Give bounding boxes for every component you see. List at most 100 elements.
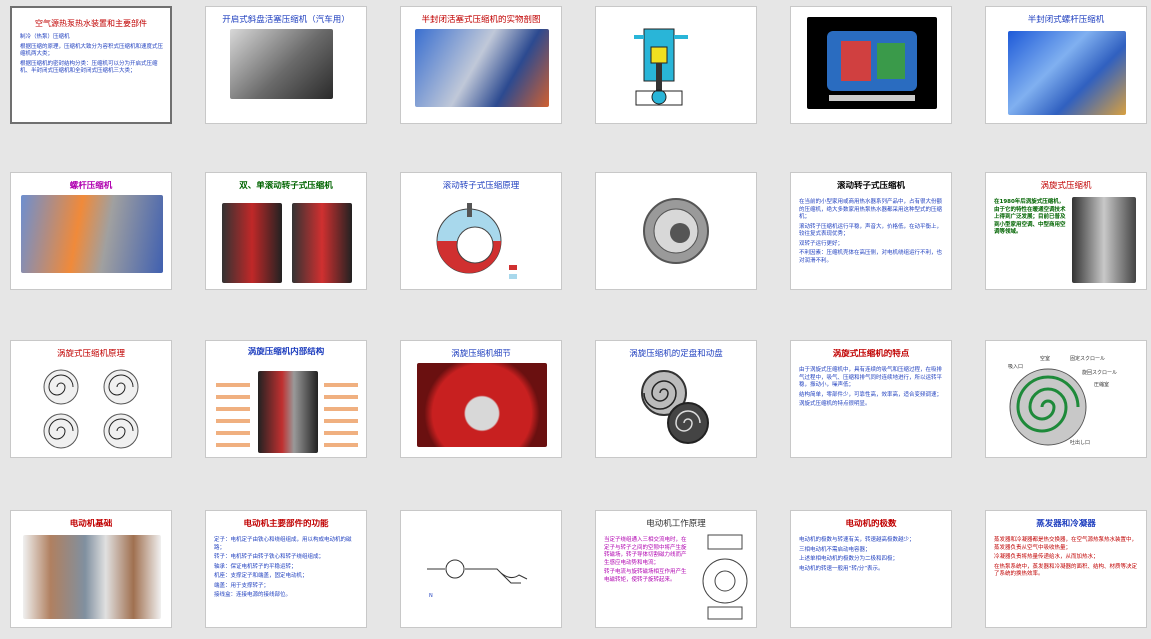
slide-body: 在当前的小型家用或商用热水器系列产品中，占有很大份额的压缩机，绝大多数家用热泵热… xyxy=(799,199,945,267)
slide-thumbnail-2[interactable]: 开启式斜盘活塞压缩机（汽车用） xyxy=(205,6,367,124)
diagram-label: 旋回スクロール xyxy=(1082,370,1118,376)
scroll-compressor-photo xyxy=(1072,197,1136,283)
screw-compressor-photo xyxy=(1008,31,1126,115)
slide-title: 电动机主要部件的功能 xyxy=(243,519,329,529)
slide-title: 双、单滚动转子式压缩机 xyxy=(239,181,333,191)
bullet: 根据压缩的原理，压缩机大致分为容积式压缩机和速度式压缩机两大类； xyxy=(20,43,164,58)
slide-title: 蒸发器和冷凝器 xyxy=(1036,519,1096,529)
slide-title: 涡旋压缩机细节 xyxy=(451,349,511,359)
bullet: 轴承：保证电机转子的平稳运转； xyxy=(214,563,297,570)
bullet: 上述单相电动机的极数分为二极和四极； xyxy=(799,556,899,562)
bullet: 制冷（热泵）压缩机 xyxy=(20,34,70,40)
slide-thumbnail-15[interactable]: 涡旋压缩机细节 xyxy=(400,340,562,458)
slide-thumbnail-11[interactable]: 滚动转子式压缩机 在当前的小型家用或商用热水器系列产品中，占有很大份额的压缩机，… xyxy=(790,172,952,290)
bullet: 在当前的小型家用或商用热水器系列产品中，占有很大份额的压缩机，绝大多数家用热泵热… xyxy=(799,199,943,220)
slide-title: 滚动转子式压缩机 xyxy=(836,181,905,191)
bullet: 机座：支撑定子和端盖，固定电动机； xyxy=(214,573,308,579)
slide-thumbnail-19[interactable]: 电动机基础 xyxy=(10,510,172,628)
slide-title: 半封闭活塞式压缩机的实物剖图 xyxy=(421,15,541,25)
rotating-field-diagram xyxy=(702,534,748,620)
diagram-label: 固定スクロール xyxy=(1070,356,1106,362)
bullet: 根据压缩机的密封结构分类：压缩机可以分为开启式压缩机、半封闭式压缩机和全封闭式压… xyxy=(20,60,158,75)
slide-title: 电动机工作原理 xyxy=(646,519,706,529)
scroll-detail-photo xyxy=(417,363,547,447)
slide-thumbnail-17[interactable]: 涡旋式压缩机的特点 由于涡旋式压缩机中，具有连续的吸气和压缩过程，在吸排气过程中… xyxy=(790,340,952,458)
slide-thumbnail-6[interactable]: 半封闭式螺杆压缩机 xyxy=(985,6,1147,124)
slide-title: 涡旋式压缩机的特点 xyxy=(832,349,910,359)
bullet: 蒸发器和冷凝器都是热交换器，在空气源热泵热水装置中，蒸发器负责从空气中吸收热量； xyxy=(994,537,1138,551)
scroll-principle-diagram xyxy=(43,369,139,449)
slide-thumbnail-21[interactable]: N xyxy=(400,510,562,628)
slide-thumbnail-20[interactable]: 电动机主要部件的功能 定子：电机定子由铁心和绕组组成，用以构成电动机的磁路； 转… xyxy=(205,510,367,628)
motor-sketch-diagram: N xyxy=(427,559,528,599)
piston-diagram xyxy=(634,28,688,106)
bullet: 涡旋式压缩机的特点很明显。 xyxy=(799,401,871,407)
slide-title: 涡旋式压缩机 xyxy=(1040,181,1092,191)
screw-compressor-cutaway xyxy=(21,195,163,273)
bullet: 结构简单，零部件少，可靠性高，效率高，适合变频调速； xyxy=(799,391,943,398)
slide-body: 在1980年后涡旋式压缩机，由于它的特性在暖通空调技术上得到广泛发展；目前已普及… xyxy=(994,199,1066,239)
slide-title: 空气源热泵热水装置和主要部件 xyxy=(35,19,147,28)
slide-thumbnail-3[interactable]: 半封闭活塞式压缩机的实物剖图 xyxy=(400,6,562,124)
bullet: 转子电流与旋转磁场相互作用产生电磁转矩，使转子旋转起来。 xyxy=(604,569,687,583)
bullet: 定子：电机定子由铁心和绕组组成，用以构成电动机的磁路； xyxy=(214,537,352,551)
svg-text:N: N xyxy=(429,593,433,599)
slide-thumbnail-13[interactable]: 涡旋式压缩机原理 xyxy=(10,340,172,458)
slide-sorter-grid: 空气源热泵热水装置和主要部件 制冷（热泵）压缩机 根据压缩的原理，压缩机大致分为… xyxy=(0,0,1151,639)
motor-exploded-photo xyxy=(23,535,161,619)
bullet: 双转子运行更好； xyxy=(799,240,844,247)
bullet: 当定子绕组通入三相交流电时，在定子与转子之间的空隙中将产生旋转磁场，转子导体切割… xyxy=(604,537,687,566)
slide-thumbnail-1[interactable]: 空气源热泵热水装置和主要部件 制冷（热泵）压缩机 根据压缩的原理，压缩机大致分为… xyxy=(10,6,172,124)
slide-thumbnail-8[interactable]: 双、单滚动转子式压缩机 xyxy=(205,172,367,290)
bullet: 三相电动机不需启动电容器； xyxy=(799,546,871,553)
slide-thumbnail-22[interactable]: 电动机工作原理 当定子绕组通入三相交流电时，在定子与转子之间的空隙中将产生旋转磁… xyxy=(595,510,757,628)
slide-title: 半封闭式螺杆压缩机 xyxy=(1027,15,1105,25)
diagram-label: 空室 xyxy=(1040,356,1051,362)
slide-body: 由于涡旋式压缩机中，具有连续的吸气和压缩过程，在吸排气过程中，吸气、压缩和排气同… xyxy=(799,367,945,411)
slide-body: 蒸发器和冷凝器都是热交换器，在空气源热泵热水装置中，蒸发器负责从空气中吸收热量；… xyxy=(994,537,1140,581)
slide-title: 涡旋压缩机内部结构 xyxy=(247,347,325,357)
rotary-compressor-photo-1 xyxy=(222,203,282,283)
bullet: 转子：电机转子由转子铁心和转子绕组组成； xyxy=(214,554,325,560)
compressor-photo xyxy=(230,29,333,99)
slide-thumbnail-18[interactable]: 吸入口 空室 固定スクロール 旋回スクロール 圧縮室 吐出し口 xyxy=(985,340,1147,458)
slide-thumbnail-5[interactable] xyxy=(790,6,952,124)
bullet: 电动机的转速一般用“转/分”表示。 xyxy=(799,565,884,572)
slide-thumbnail-10[interactable] xyxy=(595,172,757,290)
slide-body: 定子：电机定子由铁心和绕组组成，用以构成电动机的磁路； 转子：电机转子由转子铁心… xyxy=(214,537,360,602)
rotor-photo xyxy=(643,198,709,264)
slide-thumbnail-9[interactable]: 滚动转子式压缩原理 xyxy=(400,172,562,290)
slide-thumbnail-23[interactable]: 电动机的极数 电动机的极数与转速有关，转速越高极数越少； 三相电动机不需启动电容… xyxy=(790,510,952,628)
bullet: 不利因素：压缩机壳体在高压侧，对电机绕组运行不利，也对润滑不利。 xyxy=(799,250,943,264)
slide-body: 电动机的极数与转速有关，转速越高极数越少； 三相电动机不需启动电容器； 上述单相… xyxy=(799,537,945,575)
compressor-cutaway-photo xyxy=(415,29,549,107)
slide-title: 螺杆压缩机 xyxy=(69,181,113,191)
bullet: 由于涡旋式压缩机中，具有连续的吸气和压缩过程，在吸排气过程中，吸气、压缩和排气同… xyxy=(799,367,943,388)
rotary-compressor-photo-2 xyxy=(292,203,352,283)
rotary-principle-diagram xyxy=(436,203,517,279)
bullet: 冷凝器负责将热量传递给水，从而加热水； xyxy=(994,554,1099,560)
slide-thumbnail-7[interactable]: 螺杆压缩机 xyxy=(10,172,172,290)
bullet: 在1980年后涡旋式压缩机，由于它的特性在暖通空调技术上得到广泛发展；目前已普及… xyxy=(994,199,1066,235)
slide-title: 电动机基础 xyxy=(69,519,113,529)
slide-thumbnail-24[interactable]: 蒸发器和冷凝器 蒸发器和冷凝器都是热交换器，在空气源热泵热水装置中，蒸发器负责从… xyxy=(985,510,1147,628)
bullet: 滚动转子压缩机运行平稳，声音大，价格低，在动平衡上，较往复式表现优秀； xyxy=(799,223,943,238)
scroll-plates-photo xyxy=(641,370,709,444)
slide-body: 制冷（热泵）压缩机 根据压缩的原理，压缩机大致分为容积式压缩机和速度式压缩机两大… xyxy=(20,34,164,78)
slide-thumbnail-14[interactable]: 涡旋压缩机内部结构 xyxy=(205,340,367,458)
diagram-label: 吸入口 xyxy=(1008,364,1024,370)
bullet: 电动机的极数与转速有关，转速越高极数越少； xyxy=(799,537,915,543)
bullet: 接线盒：连接电源的接线部位。 xyxy=(214,592,292,598)
bullet: 在热泵系统中，蒸发器和冷凝器的面积、结构、材质等决定了系统的换热效率。 xyxy=(994,563,1138,578)
slide-thumbnail-16[interactable]: 涡旋压缩机的定盘和动盘 xyxy=(595,340,757,458)
slide-thumbnail-12[interactable]: 涡旋式压缩机 在1980年后涡旋式压缩机，由于它的特性在暖通空调技术上得到广泛发… xyxy=(985,172,1147,290)
label-boxes-right xyxy=(324,375,358,451)
slide-title: 开启式斜盘活塞压缩机（汽车用） xyxy=(222,15,350,25)
diagram-label: 吐出し口 xyxy=(1070,440,1091,446)
slide-title: 电动机的极数 xyxy=(845,519,897,529)
scroll-chamber-diagram xyxy=(1009,368,1087,446)
scroll-internal-photo xyxy=(258,371,318,453)
label-boxes-left xyxy=(216,375,250,451)
slide-thumbnail-4[interactable] xyxy=(595,6,757,124)
diagram-label: 圧縮室 xyxy=(1094,382,1110,388)
